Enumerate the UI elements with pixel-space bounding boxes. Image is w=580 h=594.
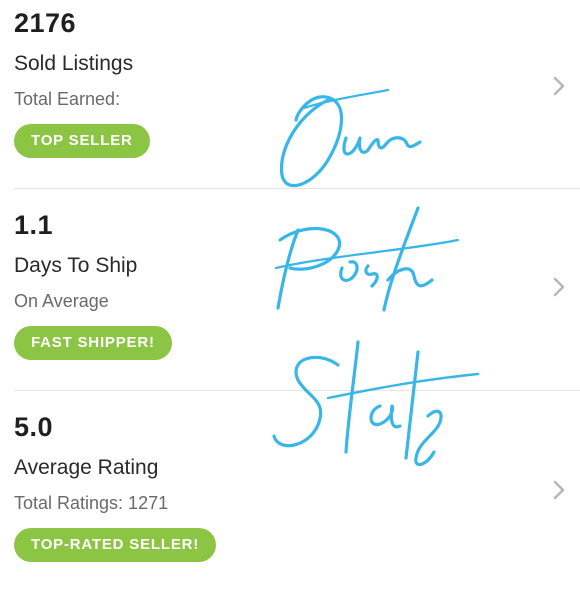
top-rated-seller-badge: TOP-RATED SELLER! [14, 528, 217, 562]
fast-shipper-badge: FAST SHIPPER! [14, 326, 172, 360]
chevron-right-icon[interactable] [550, 478, 568, 502]
stat-subtitle: Total Ratings: 1271 [14, 493, 169, 513]
stat-row-days-to-ship[interactable]: 1.1 Days To Ship On Average FAST SHIPPER… [0, 202, 580, 392]
seller-stats-list: 2176 Sold Listings Total Earned: TOP SEL… [0, 0, 580, 580]
stat-row-average-rating[interactable]: 5.0 Average Rating Total Ratings: 1271 T… [0, 404, 580, 594]
stat-value: 2176 [14, 8, 77, 38]
row-divider [14, 390, 580, 391]
chevron-right-icon[interactable] [550, 275, 568, 299]
stat-row-sold-listings[interactable]: 2176 Sold Listings Total Earned: TOP SEL… [0, 0, 580, 190]
stat-title: Average Rating [14, 456, 159, 479]
chevron-right-icon[interactable] [550, 74, 568, 98]
top-seller-badge: TOP SELLER [14, 124, 150, 158]
row-divider [14, 188, 580, 189]
stat-subtitle: On Average [14, 291, 109, 311]
stat-title: Sold Listings [14, 52, 134, 75]
stat-value: 1.1 [14, 210, 54, 240]
stat-title: Days To Ship [14, 254, 138, 277]
stat-subtitle: Total Earned: [14, 89, 121, 109]
stat-value: 5.0 [14, 412, 54, 442]
